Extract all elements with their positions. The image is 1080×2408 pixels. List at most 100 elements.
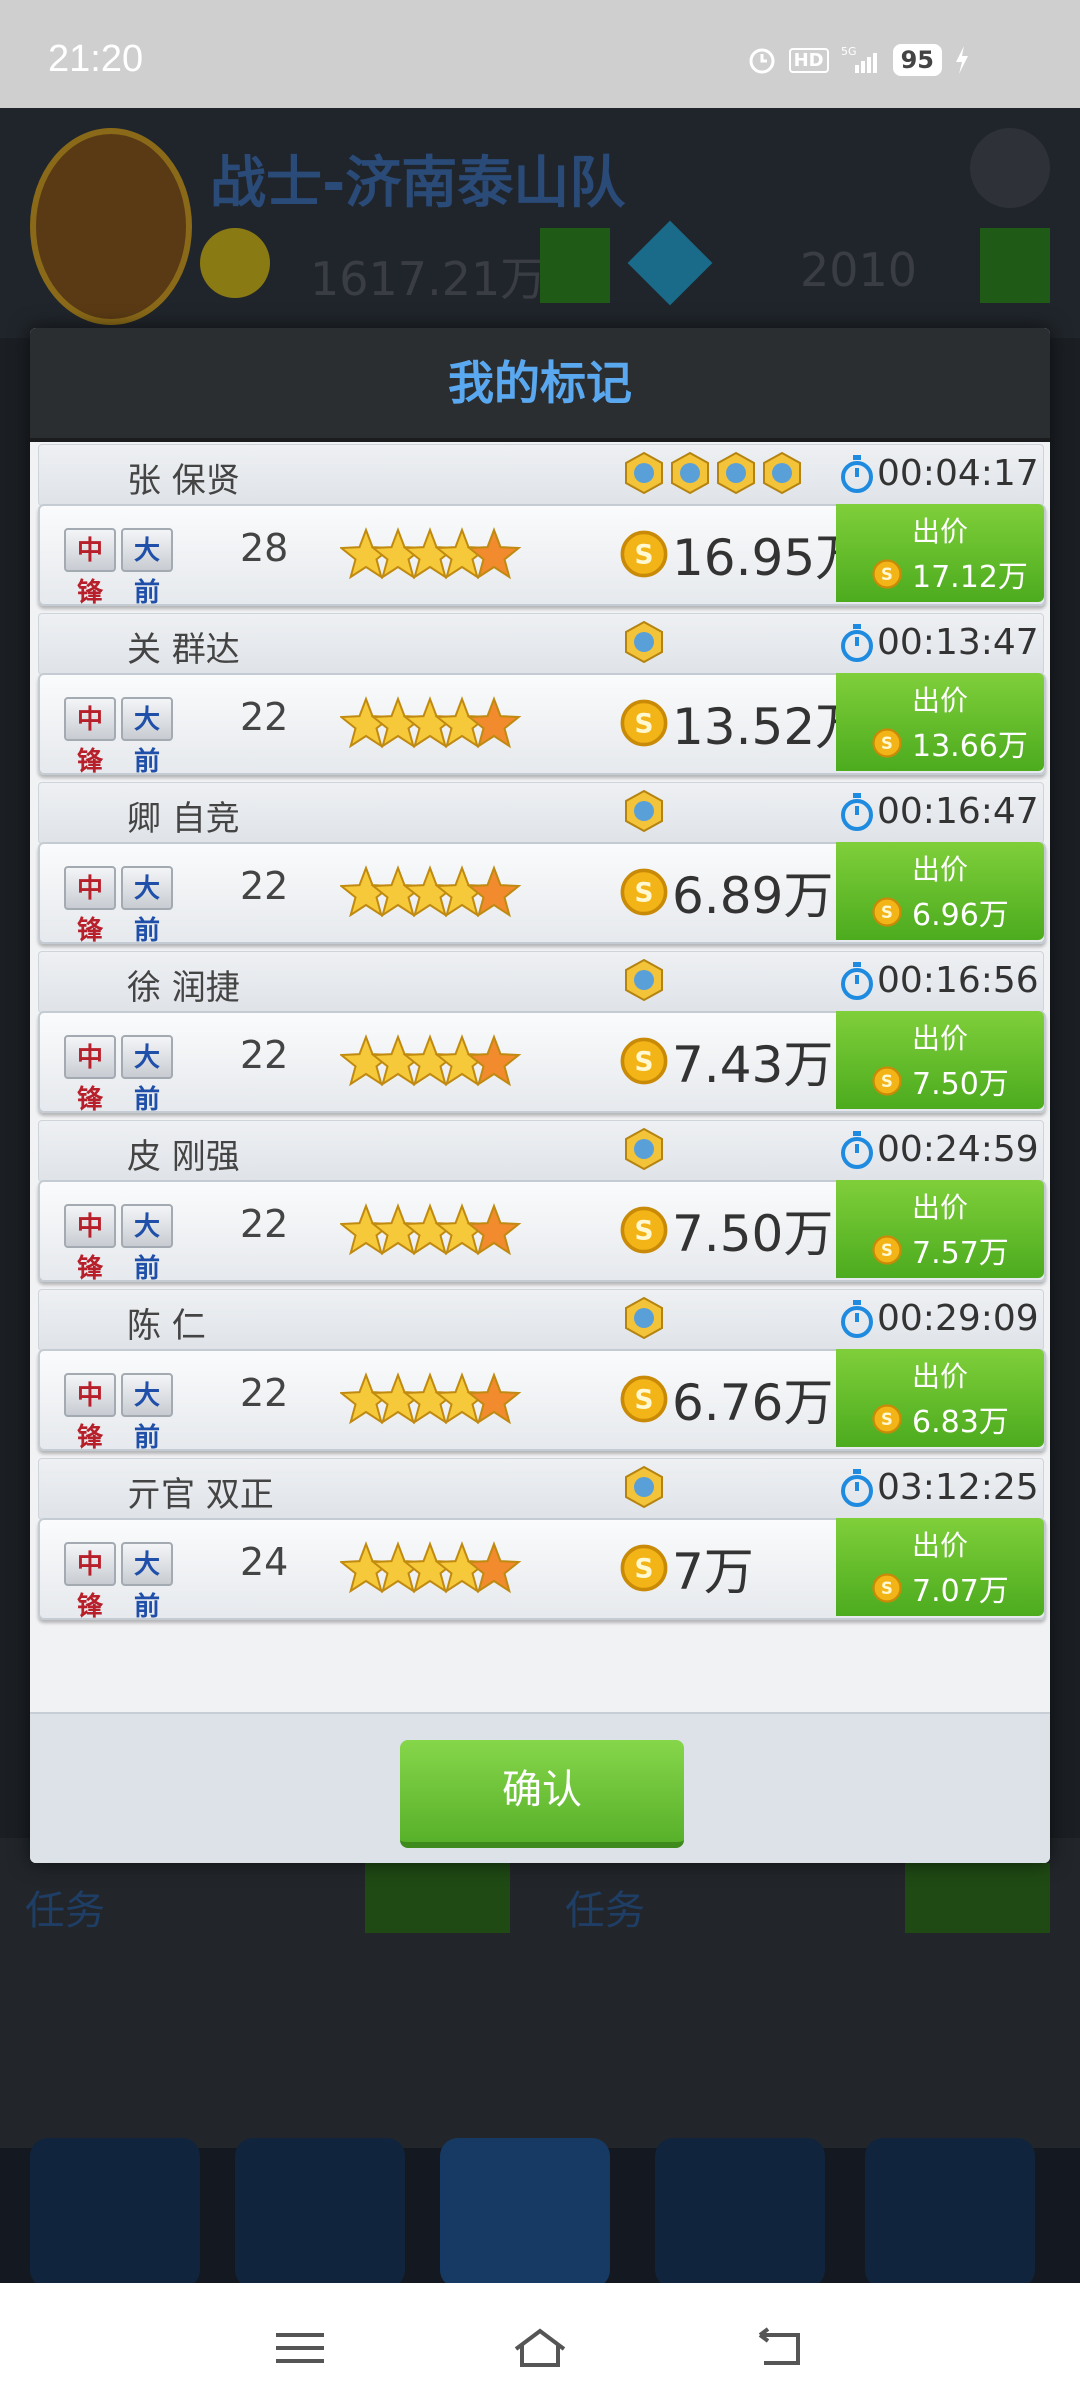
dialog-title: 我的标记 — [448, 356, 632, 410]
team-avatar — [30, 128, 192, 325]
home-icon[interactable] — [510, 2323, 570, 2373]
rating-stars — [338, 689, 540, 763]
coin-icon: S — [872, 559, 902, 589]
task-right-button[interactable] — [905, 1863, 1050, 1933]
player-entry: 卿 自竞 00:16:47 中锋 大前 22 S 6.89万 出价 S 6.96万 — [38, 782, 1046, 950]
player-level: 22 — [240, 864, 289, 908]
dock-tile-5[interactable] — [865, 2138, 1035, 2283]
countdown-timer: 00:04:17 — [839, 453, 1039, 494]
svg-text:S: S — [634, 1385, 653, 1416]
entry-header: 徐 润捷 00:16:56 — [38, 951, 1044, 1013]
bid-label: 出价 — [911, 515, 968, 548]
svg-text:S: S — [634, 878, 653, 909]
current-price: S 16.95万 — [620, 518, 865, 590]
coin-icon: S — [620, 1375, 668, 1423]
coin-icon: S — [872, 1404, 902, 1434]
rating-stars — [338, 520, 540, 594]
bid-price: 7.57万 — [912, 1236, 1009, 1271]
player-name: 陈 仁 — [127, 1306, 206, 1346]
player-entry: 陈 仁 00:29:09 中锋 大前 22 S 6.76万 出价 S 6.83万 — [38, 1289, 1046, 1457]
rating-stars — [338, 1534, 540, 1608]
player-name: 关 群达 — [127, 630, 240, 670]
coin-icon: S — [620, 868, 668, 916]
coin-icon — [200, 228, 270, 298]
bid-price: 6.83万 — [912, 1405, 1009, 1440]
dock-tile-3[interactable] — [440, 2138, 610, 2283]
countdown-timer: 00:13:47 — [839, 622, 1039, 663]
position-tag-center: 中锋 — [64, 528, 116, 608]
svg-text:S: S — [881, 565, 893, 584]
back-icon[interactable] — [750, 2323, 810, 2373]
player-level: 22 — [240, 1371, 289, 1415]
countdown-timer: 03:12:25 — [839, 1467, 1039, 1508]
bid-label: 出价 — [911, 853, 968, 886]
entry-body: 中锋 大前 28 S 16.95万 出价 S 17.12万 — [38, 504, 1046, 608]
dock-tile-4[interactable] — [655, 2138, 825, 2283]
bid-label: 出价 — [911, 1360, 968, 1393]
position-tag-forward: 大前 — [121, 1035, 173, 1115]
kg-badge-icon — [625, 1127, 663, 1171]
position-tag-center: 中锋 — [64, 1542, 116, 1622]
task-panels: 任务 任务 — [0, 1838, 1080, 2148]
star-icon — [466, 1541, 522, 1594]
add-coins-button[interactable] — [540, 228, 610, 303]
coin-balance: 1617.21万 — [310, 252, 547, 306]
team-header: 战士-济南泰山队 1617.21万 2010 — [0, 108, 1080, 338]
bid-button[interactable]: 出价 S 17.12万 — [836, 504, 1044, 602]
player-level: 22 — [240, 1202, 289, 1246]
bid-button[interactable]: 出价 S 6.83万 — [836, 1349, 1044, 1447]
bid-price: 17.12万 — [912, 560, 1028, 595]
player-name: 张 保贤 — [127, 461, 240, 501]
bid-label: 出价 — [911, 1022, 968, 1055]
kg-badge-icon — [625, 451, 663, 495]
player-entry: 徐 润捷 00:16:56 中锋 大前 22 S 7.43万 出价 S 7.50万 — [38, 951, 1046, 1119]
svg-text:S: S — [634, 1047, 653, 1078]
countdown-timer: 00:29:09 — [839, 1298, 1039, 1339]
bid-button[interactable]: 出价 S 6.96万 — [836, 842, 1044, 940]
timer-value: 00:29:09 — [877, 1298, 1039, 1339]
player-name: 徐 润捷 — [127, 968, 240, 1008]
team-name: 战士-济南泰山队 — [210, 151, 626, 216]
kg-badge-icon — [671, 451, 709, 495]
bid-button[interactable]: 出价 S 13.66万 — [836, 673, 1044, 771]
position-tag-forward: 大前 — [121, 1373, 173, 1453]
timer-value: 00:16:47 — [877, 791, 1039, 832]
star-icon — [466, 865, 522, 918]
badge-group — [624, 1296, 664, 1340]
bid-button[interactable]: 出价 S 7.07万 — [836, 1518, 1044, 1616]
bid-label: 出价 — [911, 1529, 968, 1562]
countdown-timer: 00:24:59 — [839, 1129, 1039, 1170]
rating-stars — [338, 1027, 540, 1101]
add-gems-button[interactable] — [980, 228, 1050, 303]
kg-badge-icon — [625, 958, 663, 1002]
bid-button[interactable]: 出价 S 7.50万 — [836, 1011, 1044, 1109]
dock-tile-2[interactable] — [235, 2138, 405, 2283]
confirm-button[interactable]: 确认 — [400, 1740, 684, 1848]
position-tag-center: 中锋 — [64, 866, 116, 946]
dock-tile-1[interactable] — [30, 2138, 200, 2283]
badge-group — [624, 620, 664, 664]
current-price: S 6.76万 — [620, 1363, 833, 1435]
stopwatch-icon — [841, 792, 873, 831]
entry-body: 中锋 大前 22 S 6.89万 出价 S 6.96万 — [38, 842, 1046, 946]
stopwatch-icon — [841, 961, 873, 1000]
coin-icon: S — [872, 897, 902, 927]
stopwatch-icon — [841, 623, 873, 662]
entry-body: 中锋 大前 22 S 13.52万 出价 S 13.66万 — [38, 673, 1046, 777]
coin-icon: S — [620, 1206, 668, 1254]
badge-group — [624, 451, 802, 495]
kg-badge-icon — [763, 451, 801, 495]
player-entry: 张 保贤 00:04:17 中锋 大前 28 S 16.95万 出价 S 17.12万 — [38, 444, 1046, 612]
diamond-icon — [627, 220, 713, 306]
task-left-button[interactable] — [365, 1863, 510, 1933]
position-tag-forward: 大前 — [121, 697, 173, 777]
star-icon — [466, 1034, 522, 1087]
position-tag-forward: 大前 — [121, 528, 173, 608]
position-tag-center: 中锋 — [64, 1035, 116, 1115]
alarm-icon — [749, 48, 775, 74]
timer-value: 00:16:56 — [877, 960, 1039, 1001]
menu-icon[interactable] — [270, 2323, 330, 2373]
bid-button[interactable]: 出价 S 7.57万 — [836, 1180, 1044, 1278]
coin-icon: S — [620, 1037, 668, 1085]
gear-icon[interactable] — [970, 128, 1050, 208]
